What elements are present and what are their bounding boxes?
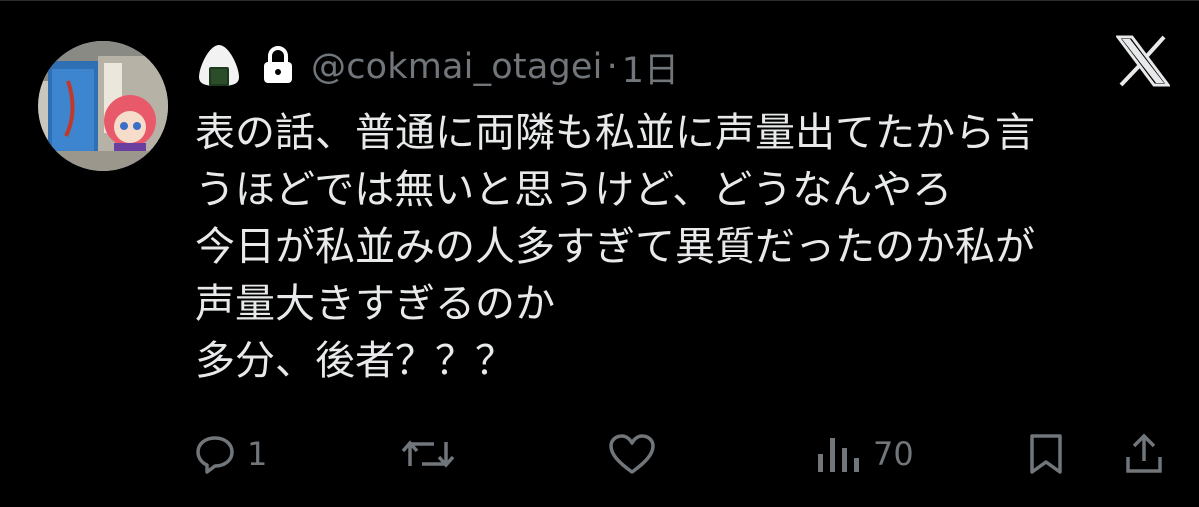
reply-button[interactable]: 1 bbox=[195, 421, 267, 487]
repost-icon bbox=[400, 434, 456, 474]
avatar[interactable] bbox=[38, 41, 168, 171]
bookmark-icon bbox=[1028, 433, 1064, 475]
tweet-text-line: 声量大きすぎるのか bbox=[195, 281, 555, 327]
tweet-text-line: うほどでは無いと思うけど、どうなんやろ bbox=[195, 167, 953, 213]
tweet-text-line: 今日が私並みの人多すぎて異質だったのか私が bbox=[195, 224, 1035, 270]
views-button[interactable]: 70 bbox=[815, 421, 914, 487]
share-button[interactable] bbox=[1124, 421, 1164, 487]
share-icon bbox=[1124, 433, 1164, 475]
reply-icon bbox=[195, 434, 235, 474]
views-count: 70 bbox=[873, 435, 914, 473]
tweet[interactable]: @cokmai_otagei · 1日 表の話、普通に両隣も私並に声量出てたから… bbox=[0, 0, 1199, 507]
timestamp[interactable]: 1日 bbox=[622, 42, 679, 93]
like-button[interactable] bbox=[608, 421, 656, 487]
reply-count: 1 bbox=[247, 435, 268, 473]
tweet-text: 表の話、普通に両隣も私並に声量出てたから言 うほどでは無いと思うけど、どうなんや… bbox=[195, 105, 1155, 390]
action-bar: 1 70 bbox=[0, 421, 1199, 487]
x-logo-icon bbox=[1115, 35, 1171, 87]
user-handle[interactable]: @cokmai_otagei bbox=[311, 47, 603, 87]
tweet-header: @cokmai_otagei · 1日 bbox=[195, 39, 679, 95]
lock-icon bbox=[261, 45, 311, 89]
tweet-text-line: 多分、後者？？？ bbox=[195, 338, 515, 384]
separator-dot: · bbox=[606, 47, 618, 87]
repost-button[interactable] bbox=[400, 421, 456, 487]
onigiri-icon bbox=[195, 41, 261, 93]
views-icon bbox=[815, 434, 861, 474]
tweet-text-line: 表の話、普通に両隣も私並に声量出てたから言 bbox=[195, 110, 1035, 156]
heart-icon bbox=[608, 433, 656, 475]
bookmark-button[interactable] bbox=[1028, 421, 1064, 487]
